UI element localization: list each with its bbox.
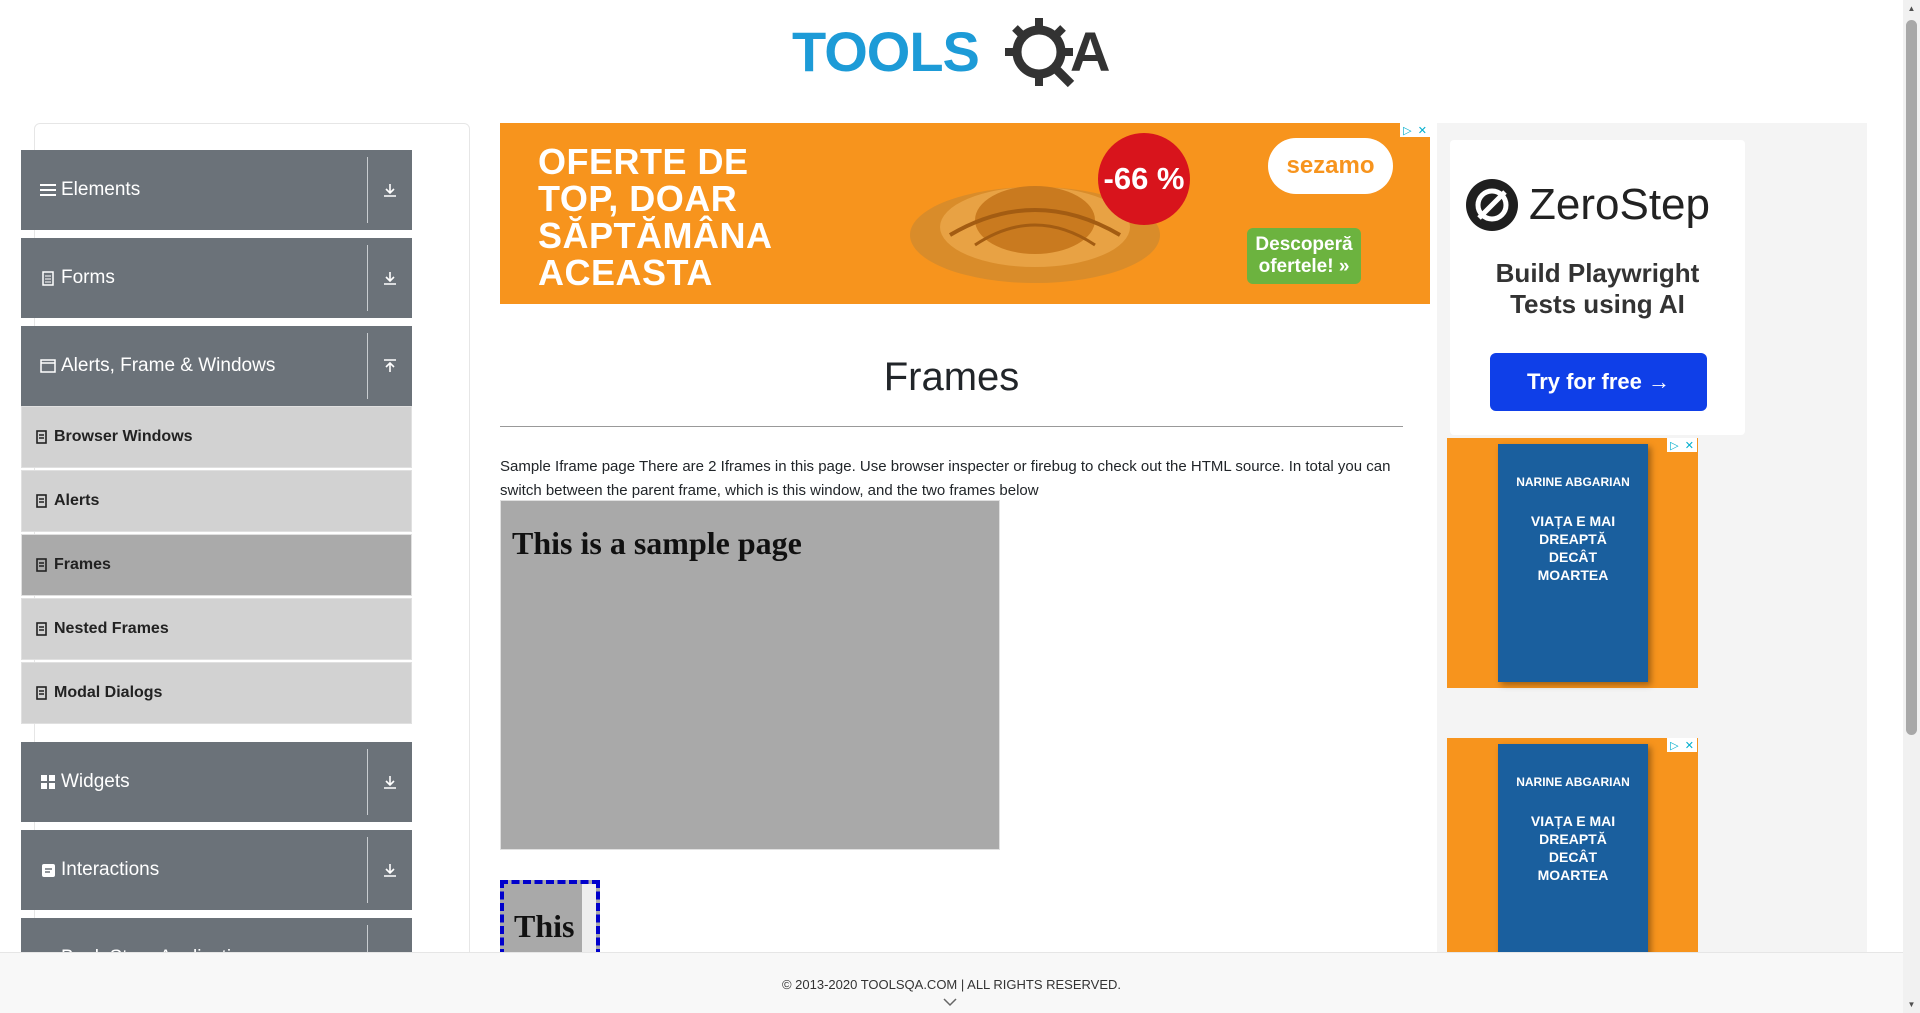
sidebar-item-label: Frames xyxy=(54,556,111,573)
sidebar-group-elements[interactable]: Elements xyxy=(21,150,412,230)
sidebar-item-label: Browser Windows xyxy=(54,428,193,445)
ad-promo-text: OFERTE DE TOP, DOAR SĂPTĂMÂNA ACEASTA xyxy=(538,141,772,293)
ad-cta-button[interactable]: Descoperă ofertele! » xyxy=(1247,228,1361,284)
zerostep-tagline: Build Playwright Tests using AI xyxy=(1495,258,1700,319)
grid-icon xyxy=(39,773,57,791)
book-cover: NARINE ABGARIAN VIAȚA E MAI DREAPTĂ DECÂ… xyxy=(1498,744,1648,982)
window-icon xyxy=(39,357,57,375)
download-arrow-icon[interactable] xyxy=(368,270,412,286)
item-icon xyxy=(36,430,48,444)
scroll-up-icon[interactable]: ▲ xyxy=(1903,0,1920,17)
sidebar-group-widgets[interactable]: Widgets xyxy=(21,742,412,822)
zerostep-logo: ZeroStep xyxy=(1465,178,1710,232)
try-for-free-button[interactable]: Try for free → xyxy=(1490,353,1707,411)
page-scrollbar[interactable]: ▲ ▼ xyxy=(1903,0,1920,1013)
page-title: Frames xyxy=(883,355,1020,399)
svg-text:TOOLS: TOOLS xyxy=(792,20,979,83)
item-icon xyxy=(36,686,48,700)
sidebar-item-browser-windows[interactable]: Browser Windows xyxy=(21,406,412,468)
footer: © 2013-2020 TOOLSQA.COM | ALL RIGHTS RES… xyxy=(0,952,1903,1013)
ad-brand-logo: sezamo xyxy=(1268,138,1393,194)
download-arrow-icon[interactable] xyxy=(368,182,412,198)
chevron-down-icon[interactable] xyxy=(942,997,958,1007)
sidebar-group-label: Widgets xyxy=(61,771,130,792)
sidebar-group-label: Alerts, Frame & Windows xyxy=(61,355,276,376)
top-banner-ad[interactable]: OFERTE DE TOP, DOAR SĂPTĂMÂNA ACEASTA -6… xyxy=(500,123,1430,304)
sidebar-item-label: Nested Frames xyxy=(54,620,169,637)
sidebar-item-label: Modal Dialogs xyxy=(54,684,163,701)
sidebar-group-label: Interactions xyxy=(61,859,160,880)
book-ad[interactable]: NARINE ABGARIAN VIAȚA E MAI DREAPTĂ DECÂ… xyxy=(1447,438,1698,688)
sidebar-group-forms[interactable]: Forms xyxy=(21,238,412,318)
ad-choices-icon[interactable]: ▷ ✕ xyxy=(1667,738,1697,752)
item-icon xyxy=(36,622,48,636)
sidebar-group-label: Forms xyxy=(61,267,115,288)
ad-choices-icon[interactable]: ▷ ✕ xyxy=(1400,123,1430,137)
zerostep-icon xyxy=(1466,179,1518,231)
upload-arrow-icon[interactable] xyxy=(368,358,412,374)
divider xyxy=(500,426,1403,427)
toolsqa-logo[interactable]: TOOLS A xyxy=(792,16,1117,90)
page: TOOLS A Elements Forms Alerts, Frame & W… xyxy=(0,0,1920,1013)
page-description: Sample Iframe page There are 2 Iframes i… xyxy=(500,458,1391,499)
scroll-down-icon[interactable]: ▼ xyxy=(1903,996,1920,1013)
frame-heading: This xyxy=(514,908,575,944)
sidebar-group-interactions[interactable]: Interactions xyxy=(21,830,412,910)
zerostep-ad[interactable]: ZeroStep Build Playwright Tests using AI… xyxy=(1450,140,1745,435)
sidebar-item-frames[interactable]: Frames xyxy=(21,534,412,596)
ad-choices-icon[interactable]: ▷ ✕ xyxy=(1667,438,1697,452)
copyright-text: © 2013-2020 TOOLSQA.COM | ALL RIGHTS RES… xyxy=(781,977,1122,992)
item-icon xyxy=(36,558,48,572)
download-arrow-icon[interactable] xyxy=(368,774,412,790)
svg-text:A: A xyxy=(1070,20,1110,83)
iframe-1[interactable]: This is a sample page xyxy=(500,500,1000,850)
hamburger-icon xyxy=(39,181,57,199)
download-arrow-icon[interactable] xyxy=(368,862,412,878)
book-cover: NARINE ABGARIAN VIAȚA E MAI DREAPTĂ DECÂ… xyxy=(1498,444,1648,682)
frame-heading: This is a sample page xyxy=(512,525,802,561)
interactions-icon xyxy=(39,861,57,879)
sidebar-item-nested-frames[interactable]: Nested Frames xyxy=(21,598,412,660)
scrollbar-thumb[interactable] xyxy=(1906,20,1917,735)
document-icon xyxy=(39,269,57,287)
sidebar-item-alerts[interactable]: Alerts xyxy=(21,470,412,532)
item-icon xyxy=(36,494,48,508)
sidebar-group-alerts-frame-windows[interactable]: Alerts, Frame & Windows xyxy=(21,326,412,406)
sidebar-item-label: Alerts xyxy=(54,492,100,509)
sidebar-item-modal-dialogs[interactable]: Modal Dialogs xyxy=(21,662,412,724)
sidebar-group-label: Elements xyxy=(61,179,141,200)
discount-badge: -66 % xyxy=(1098,133,1190,225)
